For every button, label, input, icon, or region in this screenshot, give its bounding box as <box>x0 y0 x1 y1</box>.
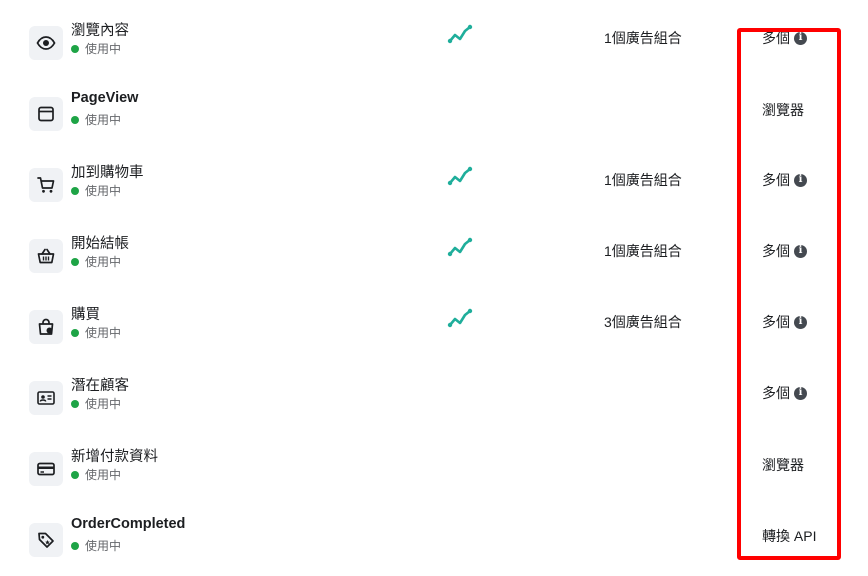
event-source: 多個 i <box>762 170 807 190</box>
event-source: 瀏覽器 <box>762 100 804 120</box>
event-row-add-payment-info[interactable]: 新增付款資料 使用中 瀏覽器 <box>0 430 868 501</box>
event-row-initiate-checkout[interactable]: 開始結帳 使用中 1個廣告組合 多個 i <box>0 217 868 288</box>
source-label: 多個 <box>762 314 790 330</box>
event-name[interactable]: 加到購物車 <box>71 161 144 182</box>
status-label: 使用中 <box>85 42 122 56</box>
event-row-view-content[interactable]: 瀏覽內容 使用中 1個廣告組合 多個 i <box>0 4 868 75</box>
status-label: 使用中 <box>85 255 122 269</box>
status-label: 使用中 <box>85 468 122 482</box>
event-row-pageview[interactable]: PageView 使用中 瀏覽器 <box>0 75 868 146</box>
event-name[interactable]: 購買 <box>71 303 100 324</box>
event-row-order-completed[interactable]: OrderCompleted 使用中 轉換 API <box>0 501 868 572</box>
source-label: 瀏覽器 <box>762 457 804 473</box>
info-icon[interactable]: i <box>794 386 807 400</box>
event-row-purchase[interactable]: 購買 使用中 3個廣告組合 多個 i <box>0 288 868 359</box>
ad-sets-count[interactable]: 1個廣告組合 <box>604 170 682 190</box>
event-name[interactable]: 新增付款資料 <box>71 445 158 466</box>
status-badge: 使用中 <box>71 395 121 412</box>
info-icon[interactable]: i <box>794 173 807 187</box>
event-name[interactable]: 瀏覽內容 <box>71 19 129 40</box>
shopping-bag-icon <box>29 310 63 344</box>
event-source: 多個 i <box>762 312 807 332</box>
trend-icon[interactable] <box>447 307 473 331</box>
status-dot <box>71 257 79 266</box>
event-source: 瀏覽器 <box>762 455 804 475</box>
status-label: 使用中 <box>85 397 122 411</box>
status-badge: 使用中 <box>71 182 121 199</box>
status-dot <box>71 541 79 550</box>
event-name[interactable]: 開始結帳 <box>71 232 129 253</box>
event-name[interactable]: OrderCompleted <box>71 516 185 532</box>
source-label: 多個 <box>762 385 790 401</box>
status-label: 使用中 <box>85 326 122 340</box>
status-dot <box>71 115 79 124</box>
ad-sets-count[interactable]: 1個廣告組合 <box>604 28 682 48</box>
source-label: 瀏覽器 <box>762 102 804 118</box>
info-icon[interactable]: i <box>794 315 807 329</box>
source-label: 多個 <box>762 172 790 188</box>
status-badge: 使用中 <box>71 537 121 554</box>
status-dot <box>71 44 79 53</box>
ad-sets-count[interactable]: 1個廣告組合 <box>604 241 682 261</box>
event-row-lead[interactable]: 潛在顧客 使用中 多個 i <box>0 359 868 430</box>
status-dot <box>71 186 79 195</box>
source-label: 多個 <box>762 30 790 46</box>
tag-icon <box>29 523 63 557</box>
status-dot <box>71 470 79 479</box>
status-badge: 使用中 <box>71 466 121 483</box>
status-label: 使用中 <box>85 539 122 553</box>
status-dot <box>71 328 79 337</box>
status-badge: 使用中 <box>71 324 121 341</box>
status-label: 使用中 <box>85 184 122 198</box>
eye-icon <box>29 26 63 60</box>
credit-card-icon <box>29 452 63 486</box>
event-name[interactable]: PageView <box>71 90 138 106</box>
trend-icon[interactable] <box>447 236 473 260</box>
event-source: 多個 i <box>762 383 807 403</box>
shopping-cart-icon <box>29 168 63 202</box>
event-source: 多個 i <box>762 241 807 261</box>
source-label: 轉換 API <box>762 528 817 544</box>
event-source: 轉換 API <box>762 526 816 546</box>
status-badge: 使用中 <box>71 40 121 57</box>
status-dot <box>71 399 79 408</box>
trend-icon[interactable] <box>447 165 473 189</box>
info-icon[interactable]: i <box>794 244 807 258</box>
basket-icon <box>29 239 63 273</box>
status-badge: 使用中 <box>71 253 121 270</box>
event-name[interactable]: 潛在顧客 <box>71 374 129 395</box>
status-badge: 使用中 <box>71 111 121 128</box>
ad-sets-count[interactable]: 3個廣告組合 <box>604 312 682 332</box>
event-row-add-to-cart[interactable]: 加到購物車 使用中 1個廣告組合 多個 i <box>0 146 868 217</box>
info-icon[interactable]: i <box>794 31 807 45</box>
id-card-icon <box>29 381 63 415</box>
source-label: 多個 <box>762 243 790 259</box>
browser-window-icon <box>29 97 63 131</box>
status-label: 使用中 <box>85 113 122 127</box>
event-source: 多個 i <box>762 28 807 48</box>
trend-icon[interactable] <box>447 23 473 47</box>
